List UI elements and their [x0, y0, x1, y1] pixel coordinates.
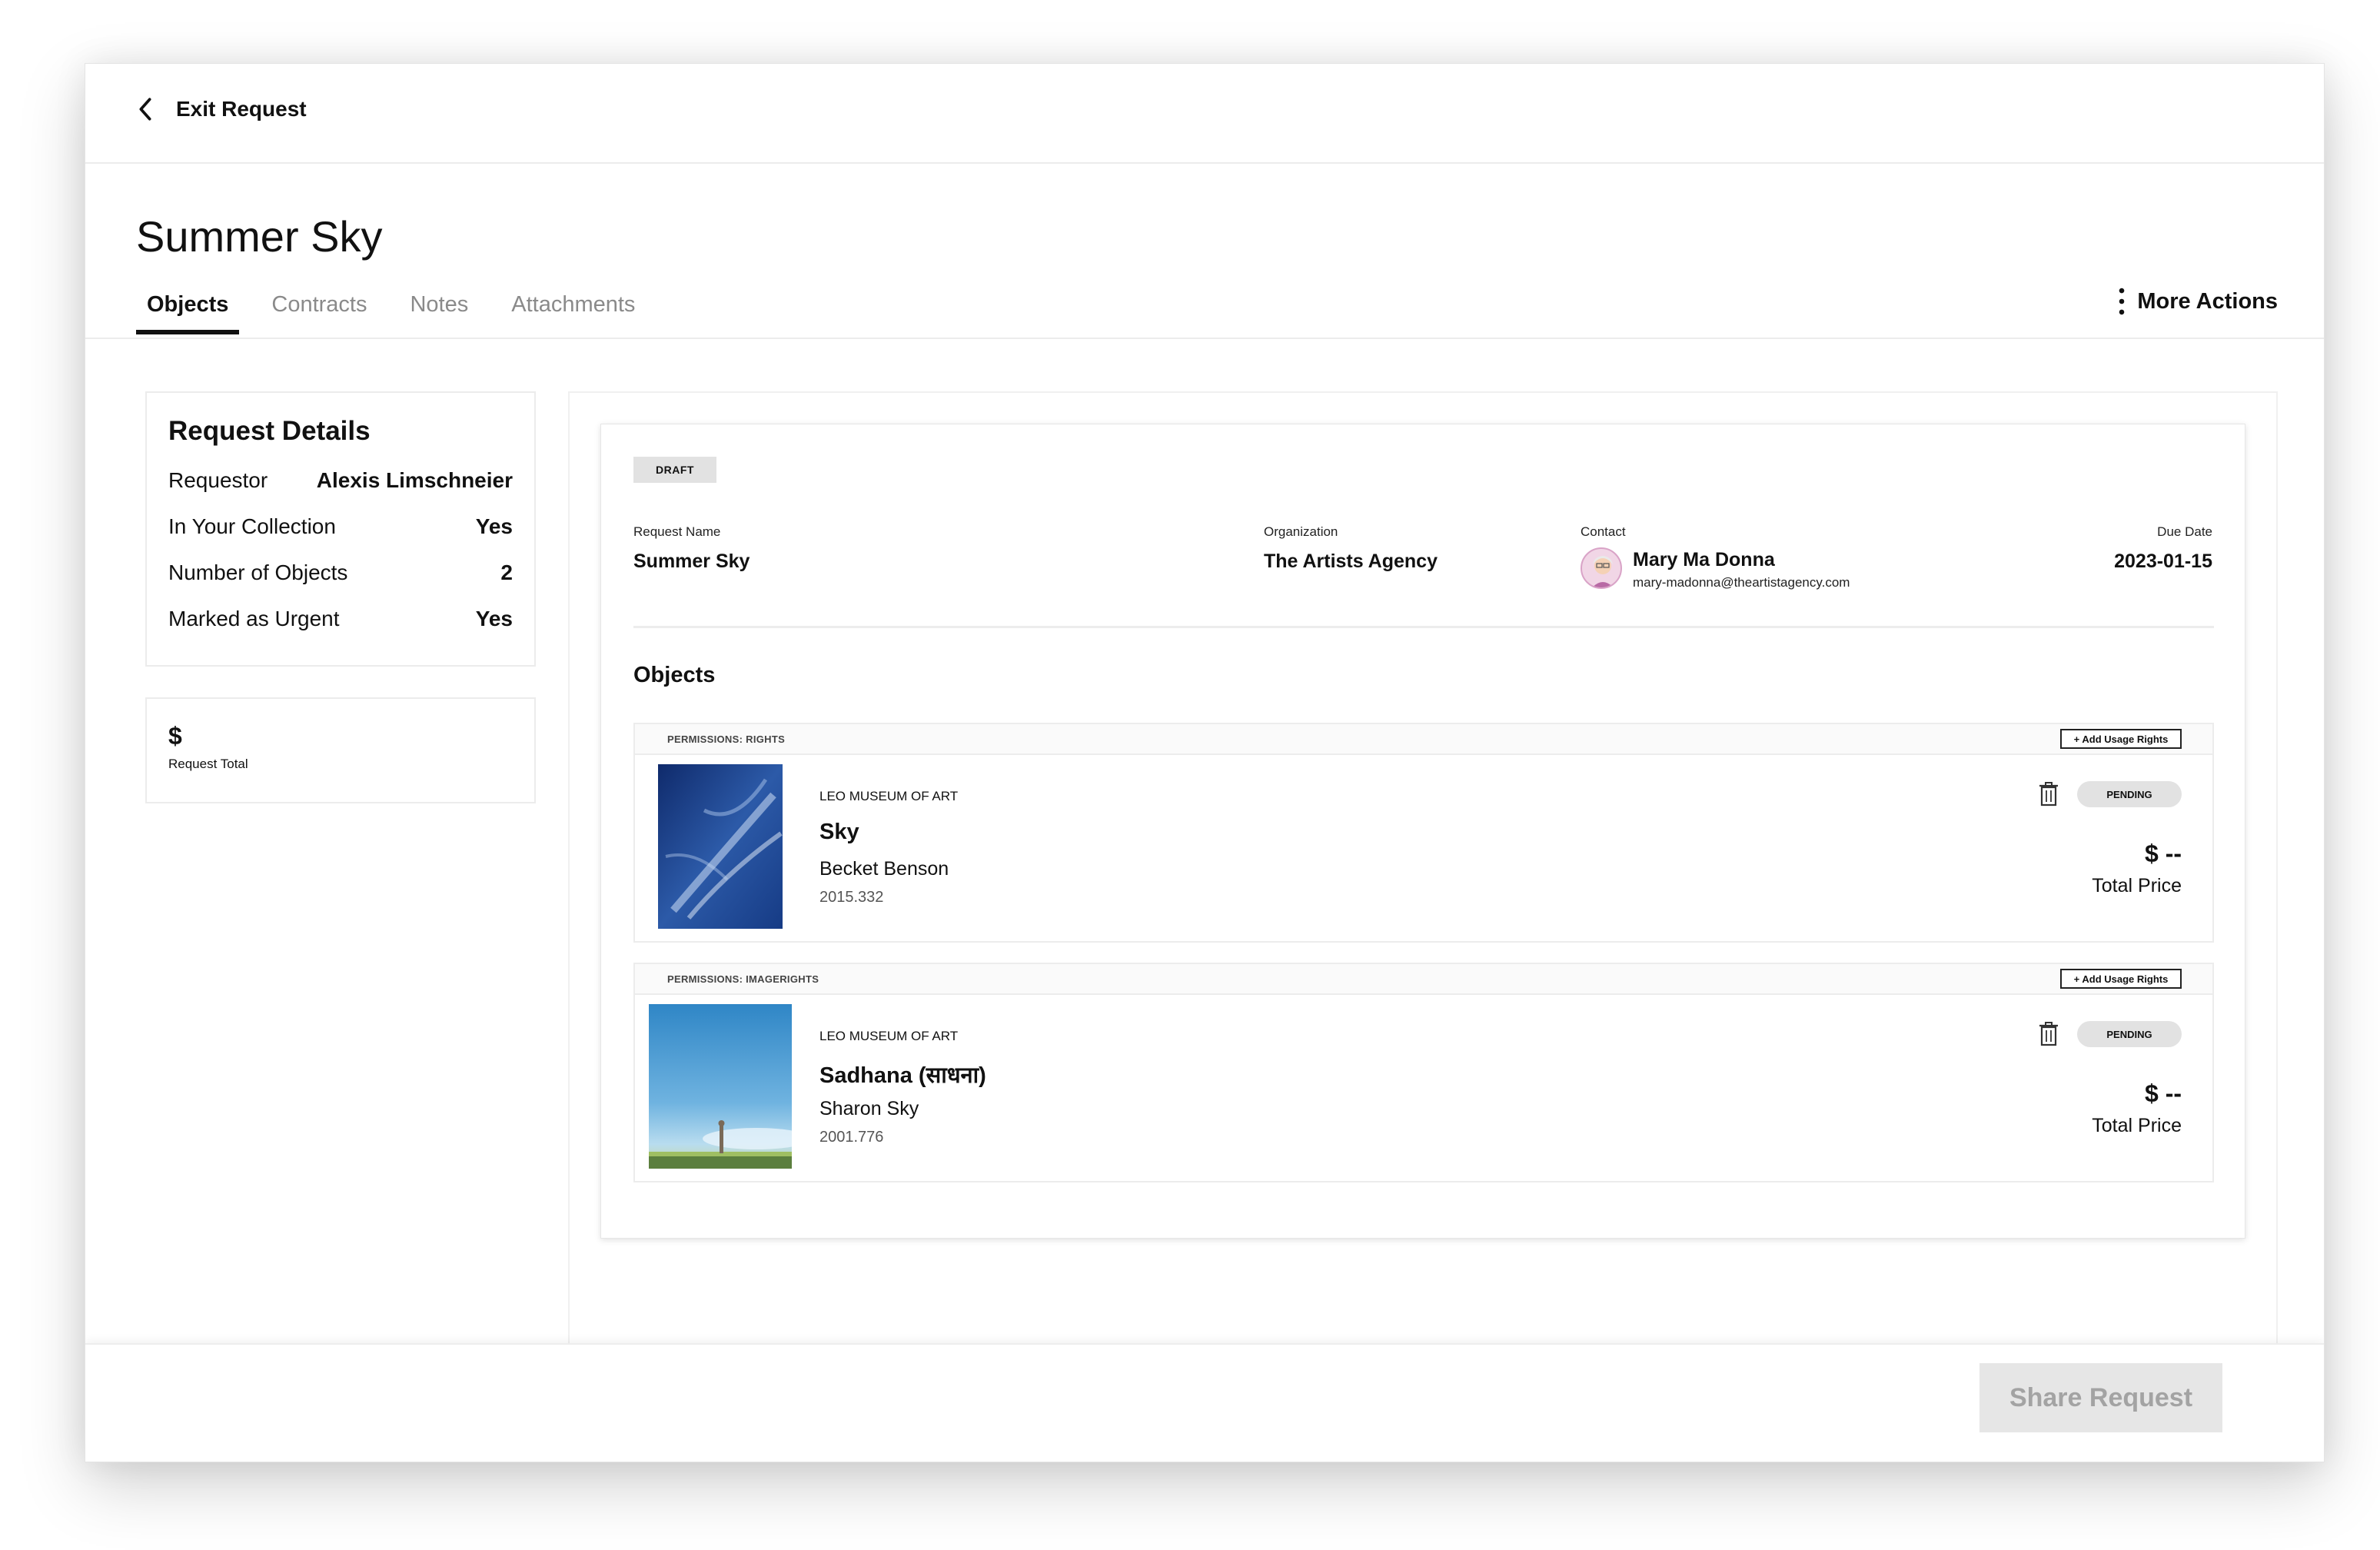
status-badge: PENDING	[2077, 781, 2182, 807]
kebab-menu-icon	[2119, 288, 2125, 315]
status-badge: DRAFT	[633, 457, 716, 483]
detail-row-object-count: Number of Objects 2	[168, 550, 513, 596]
detail-value: 2	[500, 560, 513, 584]
contact-email[interactable]: mary-madonna@theartistagency.com	[1633, 575, 1850, 590]
detail-label: Marked as Urgent	[168, 607, 340, 630]
detail-value: Yes	[475, 514, 513, 538]
object-card-header: PERMISSIONS: IMAGERIGHTS + Add Usage Rig…	[635, 964, 2212, 995]
accession-number: 2001.776	[819, 1129, 884, 1146]
top-bar: Exit Request	[85, 64, 2324, 164]
total-price-label: Total Price	[2092, 875, 2182, 896]
detail-row-requestor: Requestor Alexis Limschneier	[168, 457, 513, 504]
due-date-value: 2023-01-15	[2114, 550, 2212, 572]
object-card-header: PERMISSIONS: RIGHTS + Add Usage Rights	[635, 724, 2212, 755]
objects-heading: Objects	[633, 663, 716, 687]
trash-icon[interactable]	[2037, 1021, 2060, 1047]
avatar	[1581, 547, 1622, 589]
more-actions-button[interactable]: More Actions	[2117, 287, 2278, 316]
page-title: Summer Sky	[136, 212, 383, 261]
museum-name: LEO MUSEUM OF ART	[819, 1029, 959, 1043]
request-details-title: Request Details	[168, 416, 371, 446]
detail-label: Requestor	[168, 468, 268, 492]
add-usage-rights-button[interactable]: + Add Usage Rights	[2060, 729, 2182, 749]
tab-bar: Objects Contracts Notes Attachments	[136, 285, 667, 334]
total-price-value: $ --	[2145, 840, 2182, 867]
artwork-thumbnail[interactable]	[658, 764, 783, 929]
tab-attachments[interactable]: Attachments	[500, 285, 646, 334]
organization-value: The Artists Agency	[1264, 550, 1438, 572]
request-name-value: Summer Sky	[633, 550, 750, 572]
app-window: Exit Request Summer Sky Objects Contract…	[85, 63, 2325, 1462]
tab-contracts[interactable]: Contracts	[261, 285, 377, 334]
detail-value: Alexis Limschneier	[316, 468, 513, 492]
artwork-thumbnail[interactable]	[649, 1004, 792, 1169]
request-name-label: Request Name	[633, 524, 721, 539]
share-request-button[interactable]: Share Request	[1979, 1363, 2222, 1432]
chevron-left-icon	[139, 98, 151, 121]
detail-value: Yes	[475, 607, 513, 630]
more-actions-label: More Actions	[2137, 288, 2278, 314]
request-total-value: $	[168, 722, 182, 750]
object-title: Sadhana (साधना)	[819, 1063, 986, 1088]
contact-label: Contact	[1581, 524, 1626, 539]
request-details-card: Request Details Requestor Alexis Limschn…	[145, 391, 536, 667]
request-card: DRAFT Request Name Summer Sky Organizati…	[600, 424, 2245, 1239]
permission-label: PERMISSIONS: RIGHTS	[667, 733, 786, 745]
divider	[85, 338, 2324, 339]
request-total-label: Request Total	[168, 757, 248, 771]
museum-name: LEO MUSEUM OF ART	[819, 789, 959, 803]
footer-bar: Share Request	[85, 1343, 2324, 1462]
contact-name: Mary Ma Donna	[1633, 549, 1775, 570]
total-price-label: Total Price	[2092, 1115, 2182, 1136]
exit-request-link[interactable]: Exit Request	[135, 96, 307, 122]
accession-number: 2015.332	[819, 889, 884, 906]
detail-row-urgent: Marked as Urgent Yes	[168, 596, 513, 642]
object-card: PERMISSIONS: IMAGERIGHTS + Add Usage Rig…	[633, 963, 2214, 1182]
request-total-card: $ Request Total	[145, 697, 536, 803]
detail-label: Number of Objects	[168, 560, 348, 584]
object-title: Sky	[819, 820, 859, 844]
trash-icon[interactable]	[2037, 781, 2060, 807]
due-date-label: Due Date	[2157, 524, 2212, 539]
tab-objects[interactable]: Objects	[136, 285, 240, 334]
exit-request-label: Exit Request	[176, 97, 307, 121]
status-badge: PENDING	[2077, 1021, 2182, 1047]
divider	[633, 626, 2214, 628]
object-artist: Sharon Sky	[819, 1098, 919, 1119]
add-usage-rights-button[interactable]: + Add Usage Rights	[2060, 969, 2182, 989]
total-price-value: $ --	[2145, 1079, 2182, 1107]
permission-label: PERMISSIONS: IMAGERIGHTS	[667, 973, 819, 985]
object-artist: Becket Benson	[819, 858, 949, 880]
organization-label: Organization	[1264, 524, 1338, 539]
detail-row-in-collection: In Your Collection Yes	[168, 504, 513, 550]
tab-notes[interactable]: Notes	[399, 285, 479, 334]
detail-label: In Your Collection	[168, 514, 336, 538]
object-card: PERMISSIONS: RIGHTS + Add Usage Rights L…	[633, 723, 2214, 943]
